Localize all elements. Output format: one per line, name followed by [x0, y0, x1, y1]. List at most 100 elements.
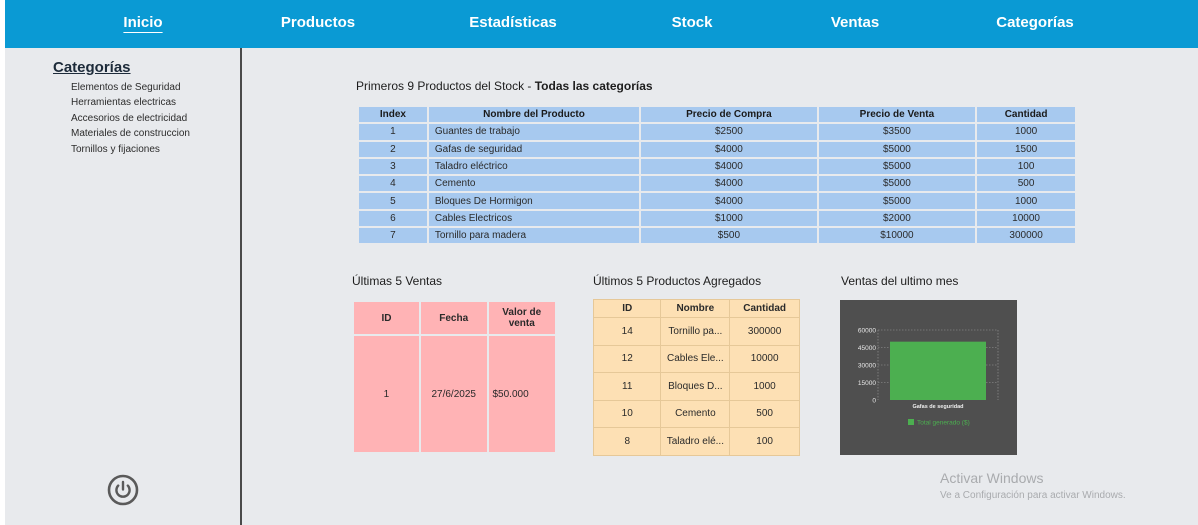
col-name: Nombre: [660, 299, 731, 318]
chart-y-tick-label: 30000: [858, 363, 876, 370]
cell-index: 6: [357, 208, 429, 229]
cell-quantity: 100: [729, 427, 800, 456]
table-row: 7 Tornillo para madera $500 $10000 30000…: [357, 226, 1077, 246]
cell-quantity: 10000: [729, 344, 800, 373]
cell-buy-price: $4000: [639, 174, 819, 194]
cell-quantity: 10000: [975, 208, 1077, 229]
cell-name: Gafas de seguridad: [426, 139, 642, 159]
cell-id: 14: [592, 317, 662, 346]
cell-buy-price: $500: [639, 226, 819, 246]
table-row: 14 Tornillo pa... 300000: [592, 317, 800, 346]
cell-sell-price: $5000: [816, 174, 978, 194]
added-title: Últimos 5 Productos Agregados: [593, 274, 762, 288]
table-row: 1 Guantes de trabajo $2500 $3500 1000: [357, 122, 1077, 142]
nav-categorias[interactable]: Categorías: [996, 14, 1074, 31]
table-row: 1 27/6/2025 $50.000: [352, 334, 557, 454]
cell-quantity: 300000: [975, 226, 1077, 246]
cell-name: Bloques D...: [660, 372, 731, 401]
table-header-row: ID Fecha Valor de venta: [352, 300, 557, 336]
cell-buy-price: $4000: [639, 156, 819, 177]
nav-estadisticas[interactable]: Estadísticas: [469, 14, 557, 31]
category-item-seguridad[interactable]: Elementos de Seguridad: [71, 80, 190, 95]
cell-quantity: 1000: [975, 122, 1077, 142]
cell-name: Cables Ele...: [660, 344, 731, 373]
cell-date: 27/6/2025: [418, 334, 489, 454]
col-id: ID: [592, 299, 662, 318]
cell-buy-price: $2500: [639, 122, 819, 142]
col-quantity: Cantidad: [729, 299, 800, 318]
cell-buy-price: $4000: [639, 139, 819, 159]
table-row: 11 Bloques D... 1000: [592, 372, 800, 401]
sidebar-title: Categorías: [53, 59, 131, 76]
cell-quantity: 1500: [975, 139, 1077, 159]
cell-name: Cemento: [660, 399, 731, 428]
cell-name: Bloques De Hormigon: [426, 191, 642, 211]
cell-name: Taladro elé...: [660, 427, 731, 456]
table-row: 6 Cables Electricos $1000 $2000 10000: [357, 208, 1077, 229]
cell-name: Tornillo para madera: [426, 226, 642, 246]
cell-id: 8: [592, 427, 662, 456]
cell-name: Cemento: [426, 174, 642, 194]
table-row: 5 Bloques De Hormigon $4000 $5000 1000: [357, 191, 1077, 211]
chart-y-tick-label: 45000: [858, 345, 876, 352]
sales-table: ID Fecha Valor de venta 1 27/6/2025 $50.…: [352, 300, 557, 454]
stock-title: Primeros 9 Productos del Stock - Todas l…: [356, 79, 653, 93]
cell-quantity: 500: [729, 399, 800, 428]
table-row: 12 Cables Ele... 10000: [592, 344, 800, 373]
category-item-herramientas[interactable]: Herramientas electricas: [71, 95, 190, 110]
monthly-title: Ventas del ultimo mes: [841, 274, 959, 288]
cell-index: 2: [357, 139, 429, 159]
nav-inicio[interactable]: Inicio: [123, 14, 162, 31]
added-products-table: ID Nombre Cantidad 14 Tornillo pa... 300…: [592, 299, 800, 456]
table-header-row: ID Nombre Cantidad: [592, 299, 800, 318]
table-row: 2 Gafas de seguridad $4000 $5000 1500: [357, 139, 1077, 159]
nav-productos[interactable]: Productos: [281, 14, 355, 31]
cell-sell-price: $5000: [816, 191, 978, 211]
table-row: 8 Taladro elé... 100: [592, 427, 800, 456]
cell-name: Tornillo pa...: [660, 317, 731, 346]
col-quantity: Cantidad: [975, 104, 1077, 125]
cell-name: Guantes de trabajo: [426, 122, 642, 142]
cell-id: 10: [592, 399, 662, 428]
category-item-tornillos[interactable]: Tornillos y fijaciones: [71, 142, 190, 157]
col-value: Valor de venta: [486, 300, 557, 336]
cell-index: 4: [357, 174, 429, 194]
category-list: Elementos de Seguridad Herramientas elec…: [71, 80, 190, 157]
cell-index: 3: [357, 156, 429, 177]
col-index: Index: [357, 104, 429, 125]
table-row: 4 Cemento $4000 $5000 500: [357, 174, 1077, 194]
cell-id: 1: [352, 334, 421, 454]
chart-legend-swatch: [908, 419, 914, 425]
col-date: Fecha: [418, 300, 489, 336]
cell-value: $50.000: [486, 334, 557, 454]
cell-buy-price: $1000: [639, 208, 819, 229]
cell-index: 1: [357, 122, 429, 142]
cell-index: 7: [357, 226, 429, 246]
chart-y-tick-label: 0: [872, 398, 876, 405]
cell-sell-price: $5000: [816, 139, 978, 159]
cell-sell-price: $2000: [816, 208, 978, 229]
cell-id: 11: [592, 372, 662, 401]
cell-id: 12: [592, 344, 662, 373]
windows-activation-title: Activar Windows: [940, 470, 1044, 486]
power-icon[interactable]: [107, 474, 139, 506]
col-id: ID: [352, 300, 421, 336]
col-name: Nombre del Producto: [426, 104, 642, 125]
cell-quantity: 300000: [729, 317, 800, 346]
col-sell-price: Precio de Venta: [816, 104, 978, 125]
top-navbar: Inicio Productos Estadísticas Stock Vent…: [5, 0, 1198, 48]
cell-buy-price: $4000: [639, 191, 819, 211]
sales-title: Últimas 5 Ventas: [352, 274, 443, 288]
cell-quantity: 1000: [975, 191, 1077, 211]
cell-quantity: 1000: [729, 372, 800, 401]
category-item-materiales[interactable]: Materiales de construccion: [71, 126, 190, 141]
nav-stock[interactable]: Stock: [672, 14, 713, 31]
cell-sell-price: $10000: [816, 226, 978, 246]
chart-canvas: 60000 45000 30000 15000 0 Gafas de seguridad T…: [858, 328, 999, 427]
monthly-sales-chart: 60000 45000 30000 15000 0 Gafas de seguridad T…: [840, 300, 1017, 455]
category-item-accesorios[interactable]: Accesorios de electricidad: [71, 111, 190, 126]
nav-ventas[interactable]: Ventas: [831, 14, 879, 31]
windows-activation-text: Ve a Configuración para activar Windows.: [940, 490, 1126, 501]
stock-table: Index Nombre del Producto Precio de Comp…: [357, 104, 1077, 246]
stock-title-category: Todas las categorías: [534, 79, 653, 93]
